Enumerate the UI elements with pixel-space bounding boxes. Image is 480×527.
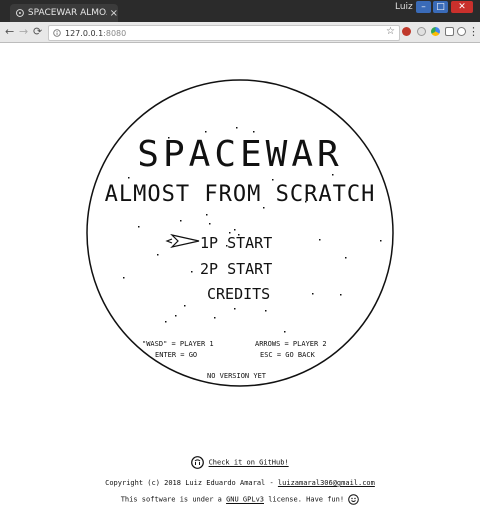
tab-close-button[interactable]: × bbox=[110, 8, 118, 19]
github-link-row[interactable]: Check it on GitHub! bbox=[0, 456, 480, 469]
url-port: :8080 bbox=[103, 28, 127, 38]
star-icon[interactable]: ☆ bbox=[386, 26, 395, 37]
license-suffix: license. Have fun! bbox=[264, 495, 349, 504]
controls-enter: ENTER = GO bbox=[155, 351, 198, 359]
menu-circle bbox=[86, 79, 394, 387]
reload-button[interactable]: ⟳ bbox=[33, 25, 42, 38]
copyright-text: Copyright (c) 2018 Luiz Eduardo Amaral - bbox=[105, 479, 278, 487]
menu-item-credits[interactable]: CREDITS bbox=[207, 285, 270, 303]
copyright-line: Copyright (c) 2018 Luiz Eduardo Amaral -… bbox=[0, 479, 480, 487]
menu-item-2p-start[interactable]: 2P START bbox=[200, 260, 272, 278]
site-icon bbox=[16, 9, 24, 17]
back-button[interactable]: ← bbox=[5, 25, 14, 38]
forward-button[interactable]: → bbox=[19, 25, 28, 38]
url-host: 127.0.0.1 bbox=[65, 28, 104, 38]
tab-title: SPACEWAR ALMO... bbox=[27, 8, 107, 18]
version-label: NO VERSION YET bbox=[207, 372, 267, 380]
license-link[interactable]: GNU GPLv3 bbox=[226, 496, 264, 504]
ship-cursor-icon bbox=[165, 233, 200, 249]
controls-player1: "WASD" = PLAYER 1 bbox=[142, 340, 214, 348]
extension-icon-outline[interactable] bbox=[457, 27, 466, 36]
controls-esc: ESC = GO BACK bbox=[260, 351, 315, 359]
close-window-button[interactable]: ✕ bbox=[451, 1, 473, 13]
info-icon[interactable] bbox=[53, 29, 61, 37]
extension-icon-red[interactable] bbox=[402, 27, 411, 36]
browser-tab[interactable]: SPACEWAR ALMO... × bbox=[10, 4, 118, 22]
email-link[interactable]: luizamaral306@gmail.com bbox=[278, 479, 375, 487]
drive-extension-icon[interactable] bbox=[431, 27, 440, 36]
game-subtitle: ALMOST FROM SCRATCH bbox=[104, 182, 376, 207]
controls-player2: ARROWS = PLAYER 2 bbox=[255, 340, 327, 348]
game-canvas[interactable]: SPACEWAR ALMOST FROM SCRATCH 1P START 2P… bbox=[0, 42, 480, 527]
browser-toolbar: ← → ⟳ 127.0.0.1:8080 ☆ ⋮ bbox=[0, 22, 480, 43]
game-title: SPACEWAR bbox=[137, 134, 343, 175]
profile-user[interactable]: Luiz bbox=[395, 2, 413, 12]
smile-icon bbox=[348, 494, 360, 505]
browser-menu-button[interactable]: ⋮ bbox=[468, 25, 479, 38]
minimize-button[interactable]: – bbox=[416, 1, 431, 13]
license-line: This software is under a GNU GPLv3 licen… bbox=[0, 494, 480, 505]
window-titlebar: SPACEWAR ALMO... × Luiz – □ ✕ bbox=[0, 0, 480, 22]
license-prefix: This software is under a bbox=[120, 495, 227, 504]
address-bar[interactable]: 127.0.0.1:8080 ☆ bbox=[48, 25, 400, 41]
github-link[interactable]: Check it on GitHub! bbox=[209, 459, 289, 467]
github-icon[interactable] bbox=[191, 456, 205, 469]
maximize-button[interactable]: □ bbox=[433, 1, 448, 13]
menu-item-1p-start[interactable]: 1P START bbox=[200, 234, 272, 252]
extension-icon-grey[interactable] bbox=[417, 27, 426, 36]
cast-icon[interactable] bbox=[445, 27, 454, 36]
url-text[interactable]: 127.0.0.1:8080 bbox=[65, 29, 126, 38]
